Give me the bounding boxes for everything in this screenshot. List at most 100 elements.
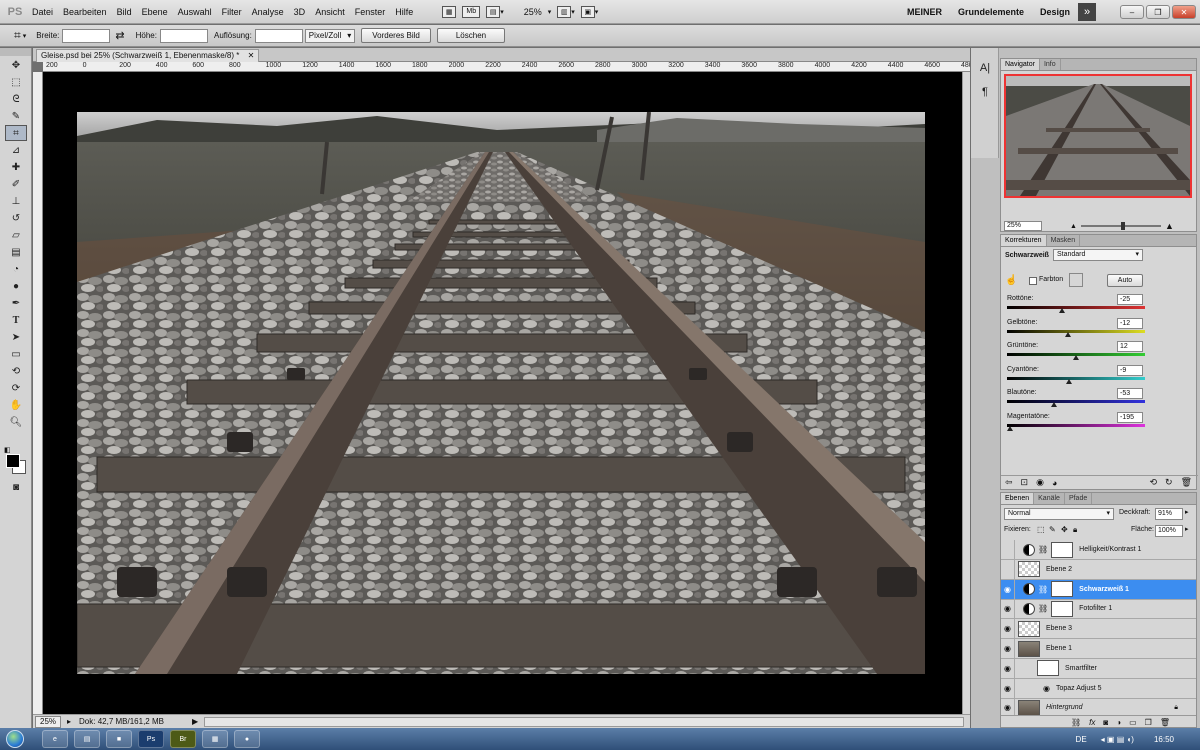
screen-mode-button[interactable]: ▣ ▾ (580, 4, 600, 20)
lock-all-icon[interactable]: 🔒︎ (1073, 525, 1077, 535)
paragraph-panel-icon[interactable]: ¶ (975, 86, 995, 104)
chevron-down-icon[interactable]: ▾ (23, 32, 27, 40)
workspace-meiner[interactable]: MEINER (907, 7, 942, 17)
explorer-taskbar-icon[interactable]: ▤ (74, 730, 100, 748)
tab-navigator[interactable]: Navigator (1001, 59, 1040, 70)
close-button[interactable]: ✕ (1172, 5, 1196, 19)
layer-mask-thumbnail[interactable] (1051, 600, 1074, 617)
minimize-button[interactable]: – (1120, 5, 1144, 19)
auto-button[interactable]: Auto (1107, 274, 1143, 287)
slider-value-input[interactable]: -12 (1117, 317, 1143, 329)
clone-stamp-tool-icon[interactable]: ⊥ (5, 193, 27, 209)
tab-masken[interactable]: Masken (1047, 235, 1081, 246)
layer-thumbnail[interactable] (1018, 561, 1040, 578)
new-group-icon[interactable]: ▭ (1129, 718, 1137, 727)
shape-tool-icon[interactable]: ▭ (5, 346, 27, 362)
clear-button[interactable]: Löschen (436, 28, 506, 43)
ie-taskbar-icon[interactable]: e (42, 730, 68, 748)
link-icon[interactable]: ⛓︎ (1038, 604, 1048, 613)
crop-tool-icon[interactable]: ⌗ (14, 28, 21, 43)
layer-row[interactable]: ◉ ◉ Topaz Adjust 5 (1001, 678, 1196, 699)
clock[interactable]: 16:50 (1154, 735, 1174, 744)
slider-thumb[interactable] (1073, 355, 1079, 360)
restore-button[interactable]: ❐ (1146, 5, 1170, 19)
tray-icons[interactable]: ◂ ▣ ▤ ◖) (1101, 735, 1134, 744)
clip-layer-icon[interactable]: ◉ (1036, 477, 1044, 488)
layer-row[interactable]: Ebene 2 (1001, 559, 1196, 580)
navigator-zoom-slider[interactable] (1080, 222, 1161, 230)
eye-icon[interactable]: ◉ (1001, 678, 1015, 699)
photoshop-taskbar-icon[interactable]: Ps (138, 730, 164, 748)
blend-mode-select[interactable]: Normal ▾ (1004, 508, 1114, 520)
slider-value-input[interactable]: 12 (1117, 341, 1143, 352)
move-tool-icon[interactable]: ✥ (5, 57, 27, 73)
quick-mask-icon[interactable]: ◙ (5, 479, 27, 495)
slider-value-input[interactable]: -25 (1117, 294, 1143, 305)
foreground-color-swatch[interactable] (6, 454, 20, 468)
lock-pixels-icon[interactable]: ✎ (1049, 525, 1056, 534)
zoom-out-icon[interactable]: ▲ (1070, 223, 1077, 230)
layer-row[interactable]: ◉ Ebene 1 (1001, 638, 1196, 659)
type-tool-icon[interactable]: T (5, 312, 27, 328)
menu-ansicht[interactable]: Ansicht (313, 7, 347, 17)
canvas-area[interactable] (43, 72, 962, 714)
workspace-design[interactable]: Design (1040, 7, 1070, 17)
slider-value-input[interactable]: -9 (1117, 364, 1143, 376)
tab-info[interactable]: Info (1040, 59, 1061, 70)
menu-hilfe[interactable]: Hilfe (393, 7, 415, 17)
link-icon[interactable]: ⛓︎ (1038, 545, 1048, 554)
opacity-flyout-icon[interactable]: ▸ (1185, 508, 1189, 516)
pen-tool-icon[interactable]: ✒ (5, 295, 27, 311)
launch-bridge-button[interactable]: ▦ (441, 4, 457, 20)
tab-pfade[interactable]: Pfade (1065, 493, 1093, 504)
bridge-taskbar-icon[interactable]: Br (170, 730, 196, 748)
zoom-level-select[interactable]: 25% (523, 4, 543, 20)
eyedropper-tool-icon[interactable]: ⊿ (5, 142, 27, 158)
slider-track[interactable] (1007, 329, 1145, 333)
lock-position-icon[interactable]: ✥ (1061, 525, 1068, 534)
menu-analyse[interactable]: Analyse (250, 7, 286, 17)
document-tab[interactable]: Gleise.psd bei 25% (Schwarzweiß 1, Ebene… (36, 49, 260, 62)
arrange-documents-button[interactable]: ▥ ▾ (556, 4, 576, 20)
navigator-zoom-input[interactable]: 25% (1004, 221, 1042, 231)
front-image-button[interactable]: Vorderes Bild (361, 28, 431, 43)
tint-color-swatch[interactable] (1069, 273, 1083, 287)
menu-auswahl[interactable]: Auswahl (176, 7, 214, 17)
preset-select[interactable]: Standard ▾ (1053, 249, 1143, 261)
new-adjustment-icon[interactable]: ◑ (1116, 718, 1121, 727)
app-taskbar-icon[interactable]: ■ (106, 730, 132, 748)
eye-icon[interactable]: ◉ (1001, 638, 1015, 659)
view-extras-button[interactable]: ▤ ▾ (485, 4, 505, 20)
default-colors-icon[interactable]: ◧ (4, 446, 11, 454)
zoom-tool-icon[interactable]: 🔍︎ (5, 414, 27, 430)
link-icon[interactable]: ⛓︎ (1038, 585, 1048, 594)
vertical-scrollbar[interactable] (962, 72, 970, 714)
language-indicator[interactable]: DE (1076, 735, 1087, 744)
tab-korrekturen[interactable]: Korrekturen (1001, 235, 1047, 246)
eye-icon[interactable]: ◉ (1001, 658, 1015, 679)
slider-thumb[interactable] (1064, 331, 1071, 337)
workspace-grundelemente[interactable]: Grundelemente (958, 7, 1024, 17)
healing-brush-tool-icon[interactable]: ✚ (5, 159, 27, 175)
layer-thumbnail[interactable] (1018, 640, 1040, 657)
unit-select[interactable]: Pixel/Zoll ▾ (304, 28, 356, 43)
color-swatches[interactable]: ◧ (4, 446, 26, 474)
slider-thumb[interactable] (1066, 378, 1073, 384)
width-input[interactable] (62, 28, 111, 43)
start-button[interactable] (0, 728, 30, 750)
slider-thumb[interactable] (1006, 425, 1013, 431)
menu-bearbeiten[interactable]: Bearbeiten (61, 7, 109, 17)
layer-row[interactable]: ◉ Smartfilter (1001, 658, 1196, 679)
slider-value-input[interactable]: -195 (1117, 411, 1143, 423)
lock-transparency-icon[interactable]: ⬚ (1037, 525, 1045, 534)
menu-ebene[interactable]: Ebene (140, 7, 170, 17)
tab-ebenen[interactable]: Ebenen (1001, 493, 1035, 504)
zoom-chevron[interactable]: ▾ (547, 4, 553, 20)
menu-datei[interactable]: Datei (30, 7, 55, 17)
eye-icon[interactable]: ◉ (1001, 579, 1015, 600)
add-mask-icon[interactable]: ◙ (1103, 718, 1108, 727)
more-workspaces-button[interactable]: » (1078, 3, 1096, 21)
close-icon[interactable]: ✕ (248, 51, 255, 60)
slider-thumb[interactable] (1050, 402, 1057, 407)
tab-kanaele[interactable]: Kanäle (1034, 493, 1065, 504)
